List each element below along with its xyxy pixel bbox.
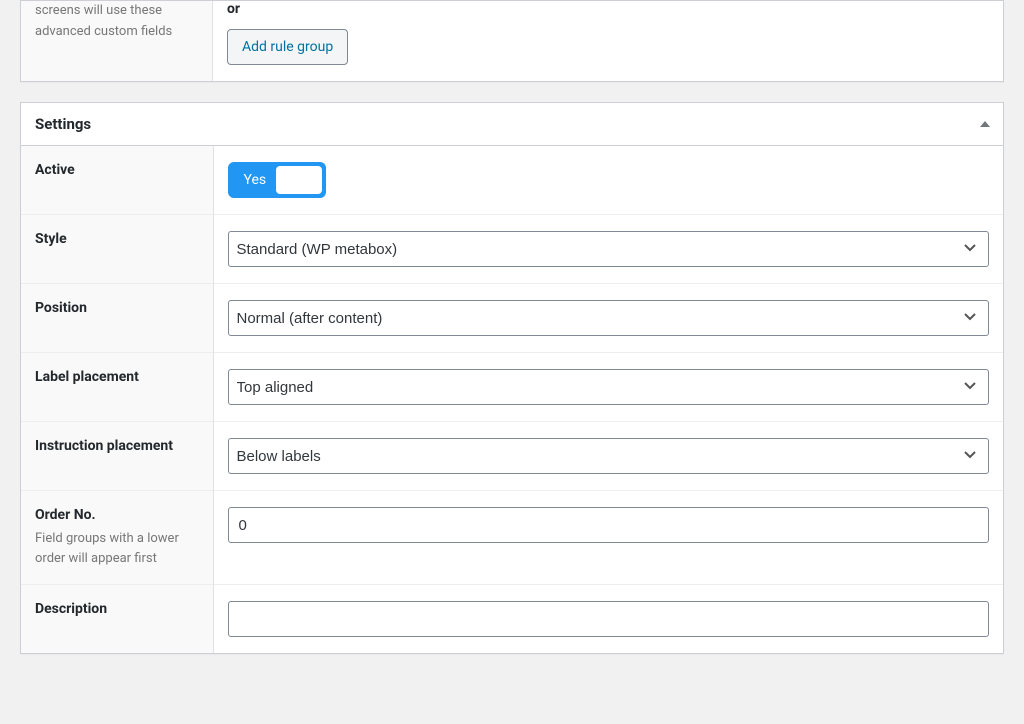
description-label: Description: [35, 601, 199, 617]
toggle-slider: [276, 166, 322, 194]
label-placement-label: Label placement: [35, 369, 199, 385]
setting-row-order-no: Order No. Field groups with a lower orde…: [21, 491, 1003, 585]
or-label: or: [227, 1, 989, 17]
location-description: screens will use these advanced custom f…: [21, 1, 213, 81]
style-label: Style: [35, 231, 199, 247]
description-input[interactable]: [228, 601, 990, 637]
setting-row-label-placement: Label placement Top aligned: [21, 353, 1003, 422]
location-panel: screens will use these advanced custom f…: [20, 0, 1004, 82]
order-no-label: Order No.: [35, 507, 199, 523]
style-select[interactable]: Standard (WP metabox): [228, 231, 990, 267]
collapse-icon[interactable]: [967, 106, 1003, 142]
instruction-placement-select[interactable]: Below labels: [228, 438, 990, 474]
triangle-up-icon: [980, 121, 990, 127]
position-label: Position: [35, 300, 199, 316]
order-no-description: Field groups with a lower order will app…: [35, 529, 199, 568]
settings-panel: Settings Active Yes: [20, 102, 1004, 654]
setting-row-position: Position Normal (after content): [21, 284, 1003, 353]
setting-row-description: Description: [21, 585, 1003, 654]
settings-panel-header[interactable]: Settings: [21, 103, 1003, 146]
label-placement-select[interactable]: Top aligned: [228, 369, 990, 405]
location-description-text: screens will use these advanced custom f…: [35, 3, 172, 39]
instruction-placement-label: Instruction placement: [35, 438, 199, 454]
position-select[interactable]: Normal (after content): [228, 300, 990, 336]
setting-row-active: Active Yes: [21, 146, 1003, 215]
order-no-input[interactable]: [228, 507, 990, 543]
active-label: Active: [35, 162, 199, 178]
active-toggle[interactable]: Yes: [228, 162, 326, 198]
setting-row-style: Style Standard (WP metabox): [21, 215, 1003, 284]
active-toggle-text: Yes: [230, 172, 281, 188]
setting-row-instruction-placement: Instruction placement Below labels: [21, 422, 1003, 491]
add-rule-group-button[interactable]: Add rule group: [227, 29, 348, 65]
settings-panel-title: Settings: [21, 103, 105, 145]
